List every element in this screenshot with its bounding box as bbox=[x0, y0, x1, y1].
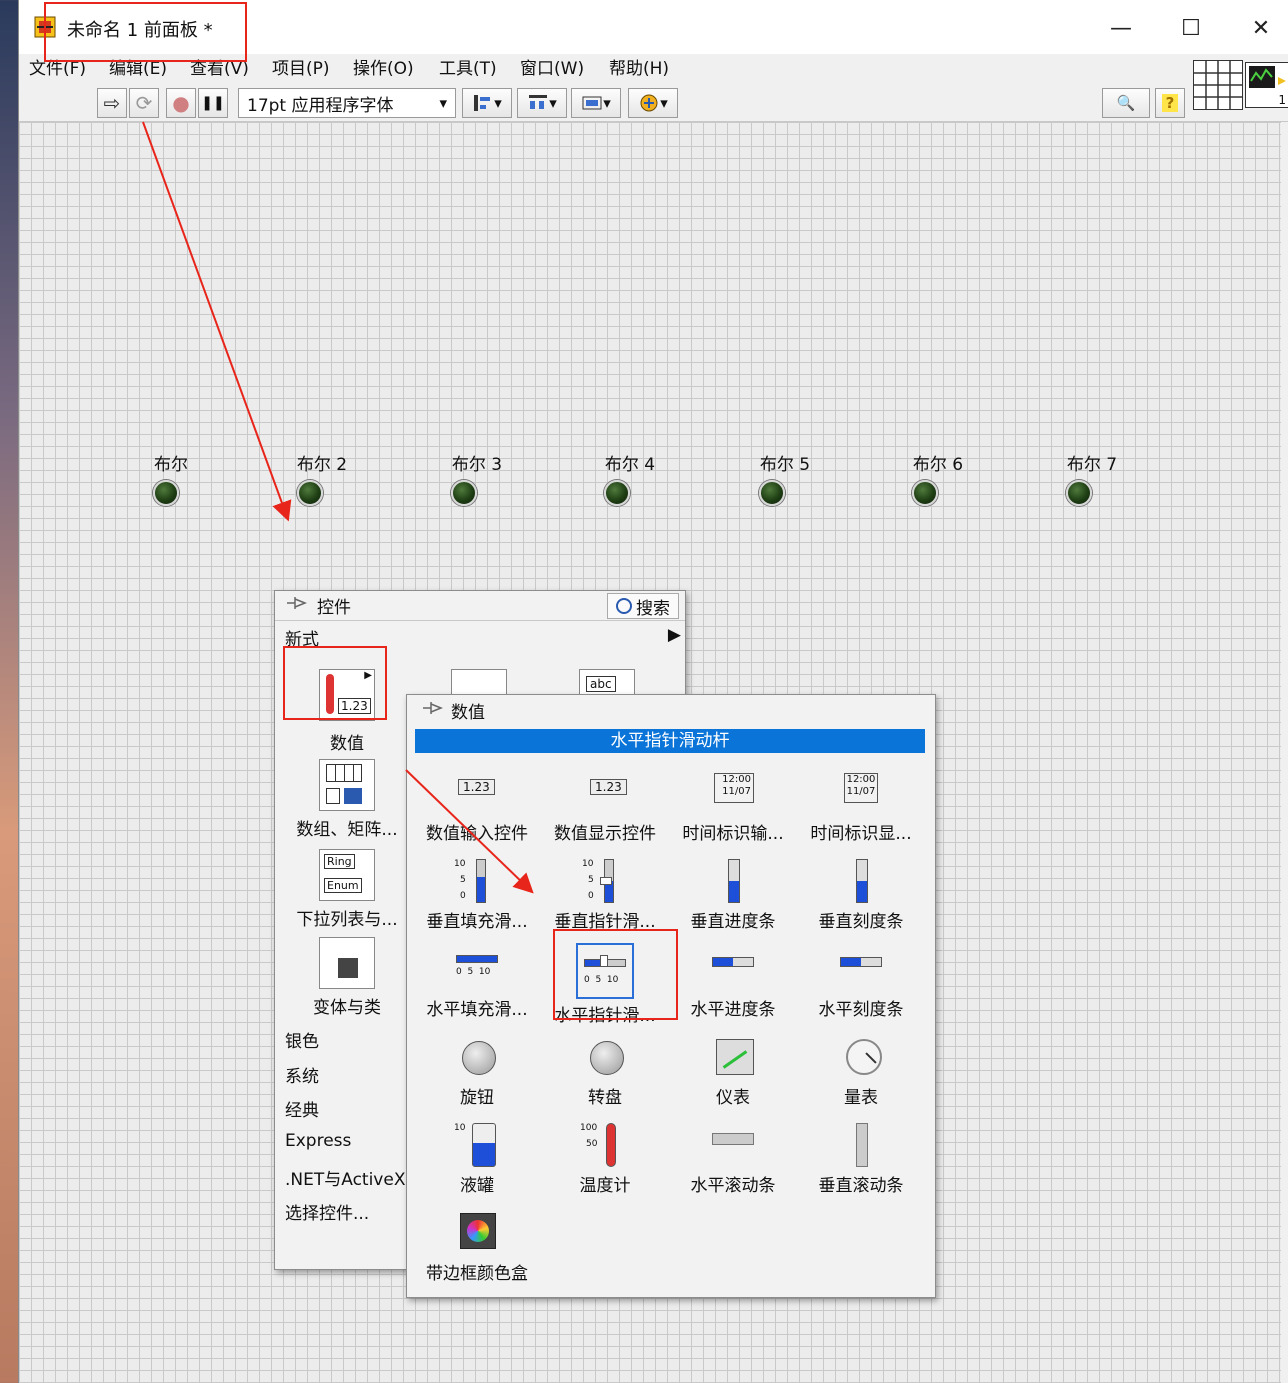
annotation-arrows bbox=[142, 121, 534, 894]
